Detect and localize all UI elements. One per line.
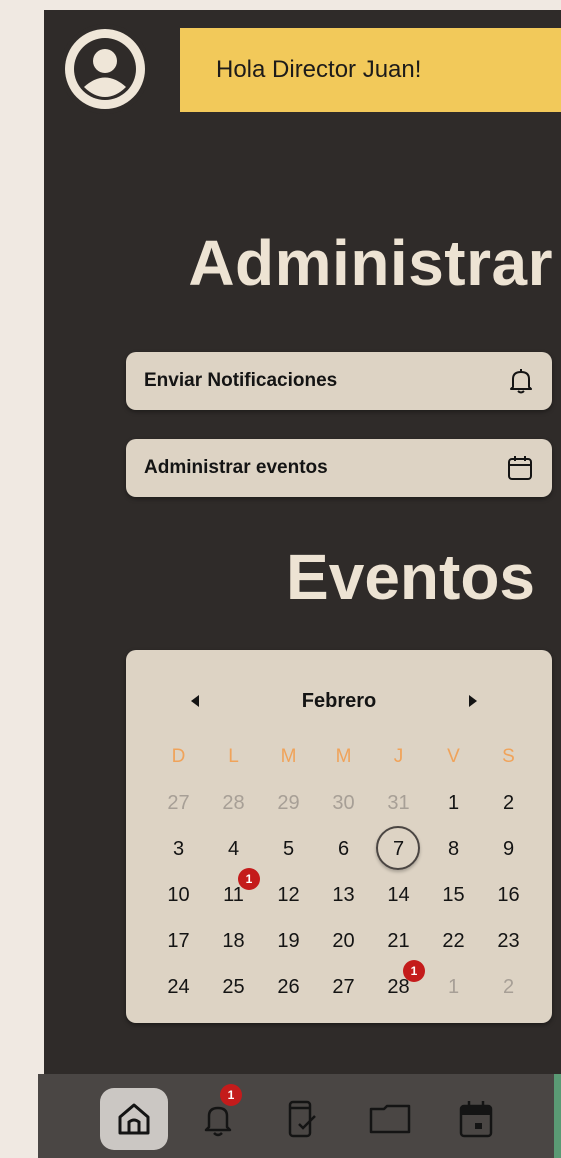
calendar-day[interactable]: 28	[206, 780, 261, 826]
calendar-day[interactable]: 9	[481, 826, 536, 872]
calendar-day[interactable]: 3	[151, 826, 206, 872]
calendar-day-label: 11	[223, 884, 244, 906]
week-row: 24 25 26 27 28 1 1 2	[151, 960, 536, 1010]
bottom-navigation: 1	[38, 1074, 561, 1158]
left-margin	[38, 10, 44, 1074]
calendar-day[interactable]: 21	[371, 918, 426, 964]
caret-left-icon	[191, 695, 199, 707]
week-row: 27 28 29 30 31 1 2	[151, 780, 536, 826]
calendar-day-today[interactable]: 7	[371, 826, 426, 872]
weekday-label: D	[171, 746, 186, 767]
greeting-banner: Hola Director Juan!	[180, 28, 561, 112]
event-badge: 1	[403, 960, 425, 982]
calendar-day[interactable]: 29	[261, 780, 316, 826]
calendar-day[interactable]: 13	[316, 872, 371, 918]
week-row: 3 4 5 6 7 8 9	[151, 826, 536, 872]
calendar-day[interactable]: 22	[426, 918, 481, 964]
calendar-day[interactable]: 4	[206, 826, 261, 872]
weekday-label: L	[228, 746, 239, 767]
week-row: 10 11 1 12 13 14 15 16	[151, 868, 536, 918]
tab-tasks[interactable]	[268, 1088, 336, 1150]
calendar-day[interactable]: 31	[371, 780, 426, 826]
weekday-label: M	[280, 746, 297, 767]
top-margin	[38, 0, 561, 10]
caret-right-icon	[469, 695, 477, 707]
next-month-button[interactable]	[460, 688, 486, 714]
calendar-day[interactable]: 30	[316, 780, 371, 826]
calendar-day[interactable]: 24	[151, 964, 206, 1010]
manage-events-button[interactable]: Administrar eventos	[126, 439, 552, 497]
app-screen: Hola Director Juan! Administrar Enviar N…	[38, 0, 561, 1158]
calendar-day[interactable]: 1	[426, 780, 481, 826]
weekday-label: J	[393, 746, 404, 767]
calendar-day[interactable]: 27	[316, 964, 371, 1010]
calendar-icon	[459, 1101, 493, 1138]
events-title: Eventos	[286, 541, 535, 613]
tab-home[interactable]	[100, 1088, 168, 1150]
calendar-day[interactable]: 18	[206, 918, 261, 964]
calendar-day[interactable]: 19	[261, 918, 316, 964]
calendar-day[interactable]: 1	[426, 964, 481, 1010]
calendar-header: Febrero	[126, 688, 552, 714]
weekday-label: M	[335, 746, 352, 767]
calendar-day-today-label: 7	[392, 838, 405, 860]
home-icon	[118, 1103, 150, 1135]
calendar-grid: D L M M J V S 27 28 29 30 31 1 2 3 4 5 6…	[151, 734, 536, 1010]
calendar-day[interactable]: 16	[481, 872, 536, 918]
phone-check-icon	[288, 1100, 316, 1138]
edge-accent	[554, 1074, 561, 1158]
calendar-day[interactable]: 6	[316, 826, 371, 872]
calendar-day[interactable]: 8	[426, 826, 481, 872]
calendar-day[interactable]: 15	[426, 872, 481, 918]
calendar-day[interactable]: 27	[151, 780, 206, 826]
calendar-day[interactable]: 12	[261, 872, 316, 918]
calendar-icon	[508, 456, 532, 480]
user-circle-icon	[65, 29, 145, 109]
weekday-label: V	[447, 746, 460, 767]
calendar-day[interactable]: 26	[261, 964, 316, 1010]
send-notifications-button[interactable]: Enviar Notificaciones	[126, 352, 552, 410]
send-notifications-label: Enviar Notificaciones	[144, 370, 338, 391]
calendar-day[interactable]: 25	[206, 964, 261, 1010]
admin-title: Administrar	[188, 227, 553, 299]
calendar-day[interactable]: 14	[371, 872, 426, 918]
calendar-day[interactable]: 5	[261, 826, 316, 872]
tab-files[interactable]	[356, 1088, 424, 1150]
prev-month-button[interactable]	[182, 688, 208, 714]
folder-icon	[369, 1104, 411, 1134]
event-badge: 1	[238, 868, 260, 890]
calendar-day[interactable]: 2	[481, 964, 536, 1010]
week-row: 17 18 19 20 21 22 23	[151, 918, 536, 964]
manage-events-label: Administrar eventos	[144, 457, 328, 478]
notification-badge: 1	[220, 1084, 242, 1106]
tab-notifications[interactable]: 1	[184, 1084, 252, 1150]
calendar-day[interactable]: 17	[151, 918, 206, 964]
calendar-day-with-event[interactable]: 28 1	[371, 960, 426, 1010]
greeting-text: Hola Director Juan!	[216, 56, 422, 83]
calendar-day-with-event[interactable]: 11 1	[206, 868, 261, 918]
calendar-day[interactable]: 10	[151, 872, 206, 918]
calendar-day[interactable]: 2	[481, 780, 536, 826]
calendar-day[interactable]: 20	[316, 918, 371, 964]
bell-icon	[510, 369, 532, 394]
weekday-row: D L M M J V S	[151, 734, 536, 780]
tab-calendar[interactable]	[442, 1088, 510, 1150]
calendar-day[interactable]: 23	[481, 918, 536, 964]
avatar-button[interactable]	[60, 24, 150, 114]
events-calendar: Febrero D L M M J V S 27 28 29 30 31 1 2…	[126, 650, 552, 1023]
weekday-label: S	[502, 746, 515, 767]
